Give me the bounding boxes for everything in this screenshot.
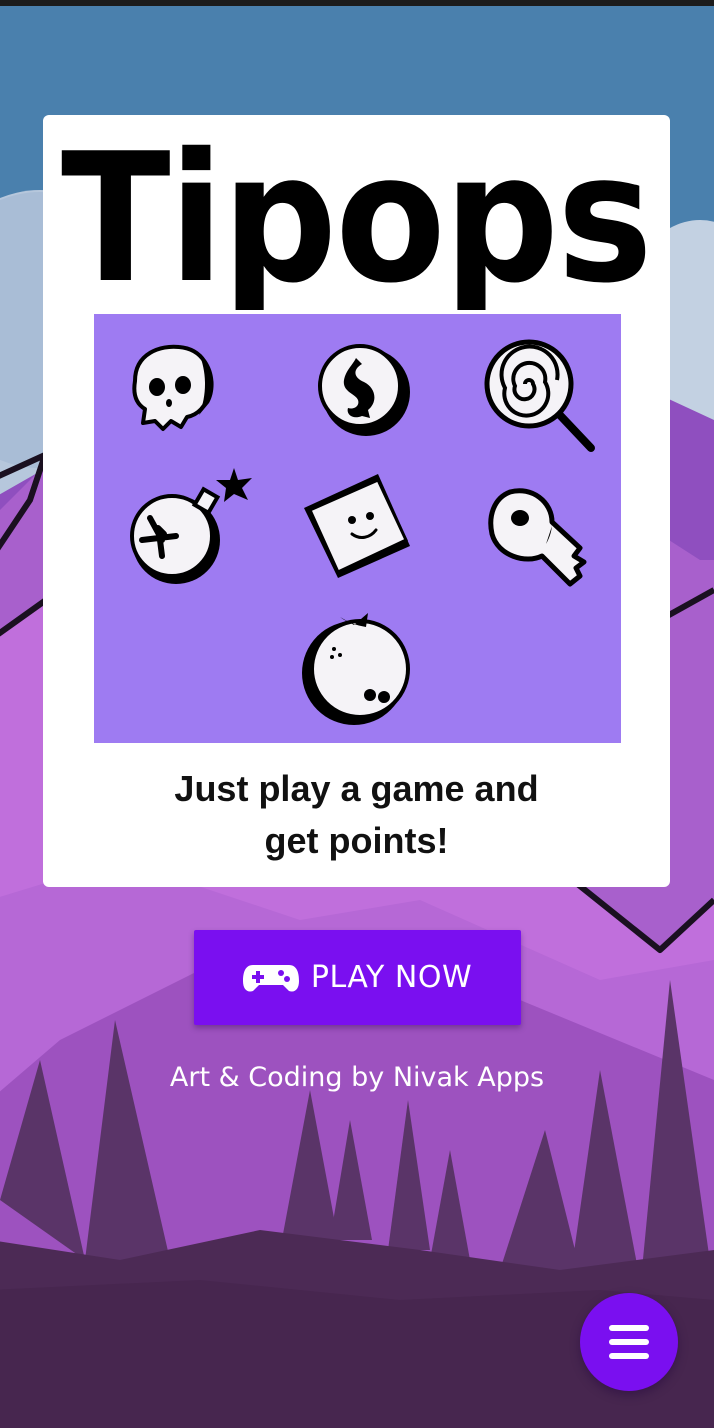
play-now-label: PLAY NOW: [310, 960, 473, 995]
game-start-screen: Tipops Just play a game and get points! …: [0, 0, 714, 1428]
cube-face-icon: [304, 474, 410, 578]
lollipop-icon: [484, 339, 595, 452]
play-now-button[interactable]: PLAY NOW: [194, 930, 521, 1025]
character-icon-grid: [94, 314, 621, 743]
game-logo: Tipops: [61, 115, 653, 310]
coin-icon: [318, 344, 410, 436]
tagline: Just play a game and get points!: [43, 763, 670, 867]
tagline-line-2: get points!: [264, 820, 449, 861]
tagline-line-1: Just play a game and: [174, 768, 539, 809]
game-title: Tipops: [61, 115, 651, 310]
credits-text: Art & Coding by Nivak Apps: [169, 1062, 545, 1093]
title-card: Tipops Just play a game and get points!: [43, 115, 670, 887]
hamburger-menu-icon: [609, 1325, 649, 1359]
ball-face-icon: [302, 613, 410, 725]
key-icon: [488, 488, 587, 587]
status-bar: [0, 0, 714, 6]
gamepad-icon: [242, 964, 299, 992]
skull-icon: [132, 344, 214, 431]
menu-button[interactable]: [580, 1293, 678, 1391]
bomb-icon: [130, 468, 252, 584]
